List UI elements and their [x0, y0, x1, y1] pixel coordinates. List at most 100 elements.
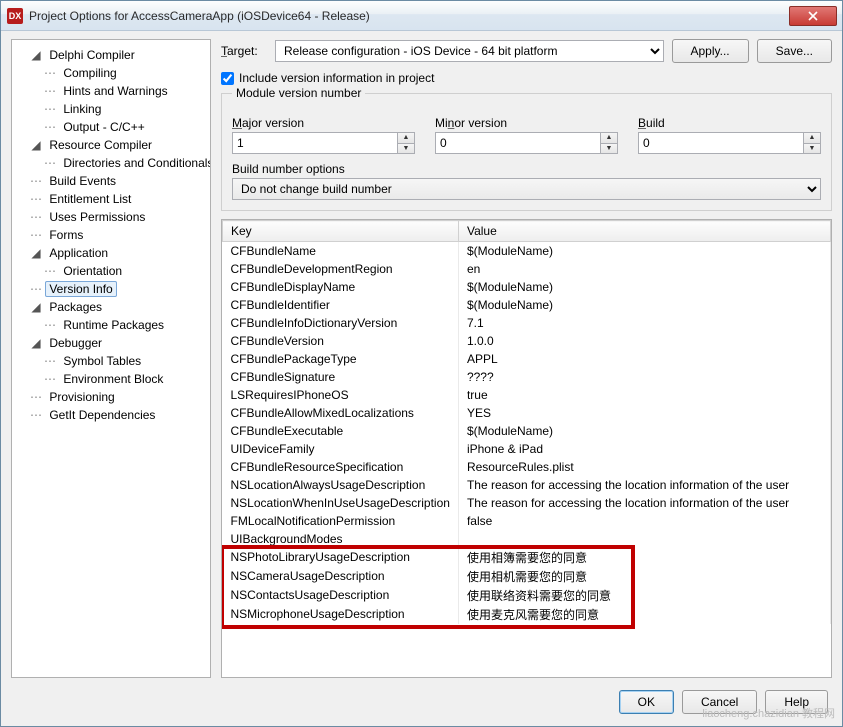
tree-item[interactable]: Application: [45, 245, 112, 261]
grid-cell-key[interactable]: CFBundleSignature: [223, 368, 459, 386]
tree-item[interactable]: Delphi Compiler: [45, 47, 138, 63]
grid-cell-key[interactable]: CFBundleExecutable: [223, 422, 459, 440]
table-row[interactable]: CFBundleIdentifier$(ModuleName): [223, 296, 831, 314]
grid-cell-value[interactable]: ????: [458, 368, 830, 386]
table-row[interactable]: UIBackgroundModes: [223, 530, 831, 548]
grid-cell-key[interactable]: NSLocationAlwaysUsageDescription: [223, 476, 459, 494]
grid-cell-key[interactable]: NSLocationWhenInUseUsageDescription: [223, 494, 459, 512]
build-number-options-select[interactable]: Do not change build number: [232, 178, 821, 200]
save-button[interactable]: Save...: [757, 39, 832, 63]
grid-cell-value[interactable]: $(ModuleName): [458, 296, 830, 314]
grid-cell-key[interactable]: NSCameraUsageDescription: [223, 567, 459, 586]
table-row[interactable]: NSContactsUsageDescription使用联络资料需要您的同意: [223, 586, 831, 605]
ok-button[interactable]: OK: [619, 690, 674, 714]
help-button[interactable]: Help: [765, 690, 828, 714]
tree-item[interactable]: Uses Permissions: [45, 209, 149, 225]
tree-item[interactable]: Build Events: [45, 173, 120, 189]
table-row[interactable]: NSMicrophoneUsageDescription使用麦克风需要您的同意: [223, 605, 831, 624]
spin-down-icon[interactable]: ▼: [398, 143, 415, 155]
tree-item[interactable]: Forms: [45, 227, 87, 243]
table-row[interactable]: CFBundleInfoDictionaryVersion7.1: [223, 314, 831, 332]
grid-cell-key[interactable]: CFBundleName: [223, 242, 459, 260]
include-version-checkbox[interactable]: [221, 72, 234, 85]
grid-cell-key[interactable]: CFBundlePackageType: [223, 350, 459, 368]
tree-expand-icon[interactable]: ◢: [30, 334, 42, 352]
tree-expand-icon[interactable]: ◢: [30, 136, 42, 154]
table-row[interactable]: NSLocationWhenInUseUsageDescriptionThe r…: [223, 494, 831, 512]
table-row[interactable]: UIDeviceFamilyiPhone & iPad: [223, 440, 831, 458]
tree-item[interactable]: Linking: [59, 101, 105, 117]
target-select[interactable]: Release configuration - iOS Device - 64 …: [275, 40, 664, 62]
tree-item[interactable]: Entitlement List: [45, 191, 135, 207]
tree-item[interactable]: Output - C/C++: [59, 119, 148, 135]
grid-cell-key[interactable]: UIDeviceFamily: [223, 440, 459, 458]
tree-item[interactable]: Directories and Conditionals: [59, 155, 211, 171]
grid-cell-key[interactable]: CFBundleAllowMixedLocalizations: [223, 404, 459, 422]
table-row[interactable]: NSLocationAlwaysUsageDescriptionThe reas…: [223, 476, 831, 494]
grid-cell-value[interactable]: $(ModuleName): [458, 242, 830, 260]
table-row[interactable]: CFBundleName$(ModuleName): [223, 242, 831, 260]
table-row[interactable]: LSRequiresIPhoneOStrue: [223, 386, 831, 404]
grid-cell-key[interactable]: CFBundleInfoDictionaryVersion: [223, 314, 459, 332]
grid-cell-value[interactable]: en: [458, 260, 830, 278]
table-row[interactable]: NSPhotoLibraryUsageDescription使用相簿需要您的同意: [223, 548, 831, 567]
grid-cell-key[interactable]: NSContactsUsageDescription: [223, 586, 459, 605]
grid-cell-value[interactable]: iPhone & iPad: [458, 440, 830, 458]
tree-item[interactable]: Provisioning: [45, 389, 118, 405]
table-row[interactable]: CFBundlePackageTypeAPPL: [223, 350, 831, 368]
tree-item[interactable]: Version Info: [45, 281, 116, 297]
table-row[interactable]: CFBundleAllowMixedLocalizationsYES: [223, 404, 831, 422]
table-row[interactable]: CFBundleSignature????: [223, 368, 831, 386]
grid-header-value[interactable]: Value: [458, 221, 830, 242]
major-version-input[interactable]: [232, 132, 398, 154]
grid-cell-value[interactable]: The reason for accessing the location in…: [458, 476, 830, 494]
grid-cell-value[interactable]: The reason for accessing the location in…: [458, 494, 830, 512]
grid-cell-value[interactable]: APPL: [458, 350, 830, 368]
spin-down-icon[interactable]: ▼: [804, 143, 821, 155]
grid-cell-value[interactable]: $(ModuleName): [458, 422, 830, 440]
tree-item[interactable]: Debugger: [45, 335, 106, 351]
spin-up-icon[interactable]: ▲: [804, 132, 821, 143]
grid-cell-value[interactable]: 使用相簿需要您的同意: [458, 548, 830, 567]
grid-cell-key[interactable]: CFBundleResourceSpecification: [223, 458, 459, 476]
spin-up-icon[interactable]: ▲: [398, 132, 415, 143]
tree-item[interactable]: Symbol Tables: [59, 353, 145, 369]
table-row[interactable]: CFBundleDisplayName$(ModuleName): [223, 278, 831, 296]
minor-version-input[interactable]: [435, 132, 601, 154]
grid-cell-value[interactable]: ResourceRules.plist: [458, 458, 830, 476]
spin-up-icon[interactable]: ▲: [601, 132, 618, 143]
grid-cell-value[interactable]: $(ModuleName): [458, 278, 830, 296]
grid-cell-value[interactable]: 1.0.0: [458, 332, 830, 350]
build-input[interactable]: [638, 132, 804, 154]
table-row[interactable]: FMLocalNotificationPermissionfalse: [223, 512, 831, 530]
tree-item[interactable]: Environment Block: [59, 371, 167, 387]
grid-cell-key[interactable]: CFBundleDevelopmentRegion: [223, 260, 459, 278]
table-row[interactable]: CFBundleDevelopmentRegionen: [223, 260, 831, 278]
tree-expand-icon[interactable]: ◢: [30, 46, 42, 64]
tree-item[interactable]: Runtime Packages: [59, 317, 168, 333]
cancel-button[interactable]: Cancel: [682, 690, 757, 714]
major-version-stepper[interactable]: ▲▼: [232, 132, 415, 154]
grid-cell-key[interactable]: CFBundleIdentifier: [223, 296, 459, 314]
grid-cell-key[interactable]: NSPhotoLibraryUsageDescription: [223, 548, 459, 567]
grid-header-key[interactable]: Key: [223, 221, 459, 242]
table-row[interactable]: CFBundleExecutable$(ModuleName): [223, 422, 831, 440]
tree-item[interactable]: Packages: [45, 299, 106, 315]
tree-item[interactable]: GetIt Dependencies: [45, 407, 159, 423]
grid-cell-value[interactable]: YES: [458, 404, 830, 422]
apply-button[interactable]: Apply...: [672, 39, 749, 63]
grid-cell-value[interactable]: [458, 530, 830, 548]
close-button[interactable]: [789, 6, 837, 26]
tree-expand-icon[interactable]: ◢: [30, 244, 42, 262]
grid-cell-value[interactable]: 使用相机需要您的同意: [458, 567, 830, 586]
grid-cell-value[interactable]: 使用联络资料需要您的同意: [458, 586, 830, 605]
tree-item[interactable]: Resource Compiler: [45, 137, 156, 153]
tree-item[interactable]: Hints and Warnings: [59, 83, 171, 99]
grid-cell-key[interactable]: CFBundleDisplayName: [223, 278, 459, 296]
build-stepper[interactable]: ▲▼: [638, 132, 821, 154]
tree-expand-icon[interactable]: ◢: [30, 298, 42, 316]
tree-item[interactable]: Compiling: [59, 65, 120, 81]
tree-item[interactable]: Orientation: [59, 263, 126, 279]
grid-cell-value[interactable]: true: [458, 386, 830, 404]
table-row[interactable]: NSCameraUsageDescription使用相机需要您的同意: [223, 567, 831, 586]
